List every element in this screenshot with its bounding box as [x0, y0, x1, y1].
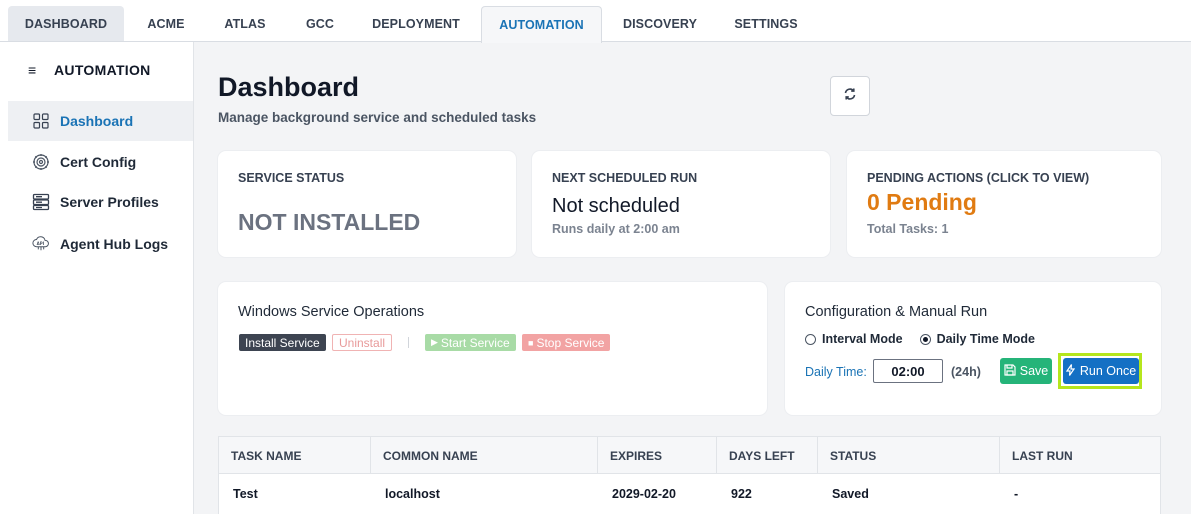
next-run-value: Not scheduled [552, 195, 680, 217]
column-header-expires[interactable]: EXPIRES [598, 437, 717, 474]
floppy-disk-icon [1004, 363, 1016, 379]
next-run-subtext: Runs daily at 2:00 am [552, 222, 680, 236]
cell-common-name: localhost [385, 487, 440, 501]
configuration-card: Configuration & Manual Run Interval Mode… [785, 282, 1161, 415]
cell-days-left: 922 [731, 487, 752, 501]
daily-time-mode-label[interactable]: Daily Time Mode [937, 332, 1035, 346]
stop-icon: ■ [528, 337, 534, 348]
refresh-icon [843, 87, 857, 106]
sidebar-item-agent-hub-logs[interactable]: API Agent Hub Logs [8, 224, 193, 264]
tab-gcc[interactable]: GCC [292, 6, 348, 42]
mode-selector: Interval Mode Daily Time Mode [805, 332, 1035, 346]
stop-service-button[interactable]: ■ Stop Service [522, 334, 611, 351]
service-status-card: SERVICE STATUS NOT INSTALLED [218, 151, 516, 257]
gear-cert-icon [32, 153, 50, 171]
run-once-label: Run Once [1079, 364, 1137, 378]
column-header-days-left[interactable]: DAYS LEFT [717, 437, 818, 474]
card-label: NEXT SCHEDULED RUN [552, 171, 698, 185]
svg-text:API: API [37, 241, 45, 246]
cell-expires: 2029-02-20 [612, 487, 676, 501]
sidebar-item-server-profiles[interactable]: Server Profiles [8, 182, 193, 222]
cell-task-name: Test [233, 487, 258, 501]
table-header: TASK NAME COMMON NAME EXPIRES DAYS LEFT … [219, 437, 1160, 474]
sidebar-item-label: Agent Hub Logs [60, 236, 169, 252]
cell-last-run: - [1014, 487, 1019, 501]
sidebar-item-label: Dashboard [60, 113, 134, 129]
next-run-card: NEXT SCHEDULED RUN Not scheduled Runs da… [532, 151, 830, 257]
sidebar-item-dashboard[interactable]: Dashboard [8, 101, 193, 141]
tab-settings[interactable]: SETTINGS [723, 6, 809, 42]
tasks-table: TASK NAME COMMON NAME EXPIRES DAYS LEFT … [218, 436, 1161, 514]
sidebar: ≡ AUTOMATION Dashboard Cert Config Serve… [8, 42, 194, 514]
page-title: Dashboard [218, 72, 360, 102]
service-status-value: NOT INSTALLED [238, 209, 421, 235]
save-label: Save [1019, 364, 1049, 378]
time-format-hint: (24h) [951, 365, 981, 379]
uninstall-button[interactable]: Uninstall [332, 334, 393, 351]
column-header-last-run[interactable]: LAST RUN [1000, 437, 1160, 474]
hamburger-menu-icon[interactable]: ≡ [28, 62, 38, 78]
page-subtitle: Manage background service and scheduled … [218, 110, 537, 125]
daily-time-label: Daily Time: [805, 365, 867, 379]
save-button[interactable]: Save [1000, 358, 1052, 384]
daily-time-input[interactable]: 02:00 [873, 359, 943, 383]
play-icon: ▶ [431, 337, 438, 347]
tab-automation[interactable]: AUTOMATION [481, 6, 602, 43]
divider [408, 337, 409, 348]
start-service-button[interactable]: ▶ Start Service [425, 334, 516, 351]
sidebar-item-label: Cert Config [60, 154, 137, 170]
cell-status: Saved [832, 487, 869, 501]
pending-actions-card[interactable]: PENDING ACTIONS (CLICK TO VIEW) 0 Pendin… [847, 151, 1161, 257]
card-label: SERVICE STATUS [238, 171, 345, 185]
interval-mode-label[interactable]: Interval Mode [822, 332, 903, 346]
api-logs-icon: API [32, 235, 50, 253]
section-title: Windows Service Operations [238, 304, 425, 320]
sidebar-title: AUTOMATION [54, 62, 151, 78]
service-operations-card: Windows Service Operations Install Servi… [218, 282, 767, 415]
grid-icon [32, 112, 50, 130]
tab-deployment[interactable]: DEPLOYMENT [363, 6, 469, 42]
refresh-button[interactable] [830, 76, 870, 116]
interval-mode-radio[interactable] [805, 333, 816, 345]
tab-dashboard[interactable]: DASHBOARD [8, 6, 124, 42]
sidebar-item-label: Server Profiles [60, 194, 159, 210]
sidebar-item-cert-config[interactable]: Cert Config [8, 142, 193, 182]
stop-service-label: Stop Service [536, 335, 605, 350]
tab-acme[interactable]: ACME [134, 6, 198, 42]
server-icon [32, 193, 50, 211]
column-header-common-name[interactable]: COMMON NAME [371, 437, 598, 474]
daily-time-mode-radio[interactable] [919, 333, 931, 345]
pending-count: 0 Pending [867, 189, 977, 215]
column-header-task-name[interactable]: TASK NAME [219, 437, 371, 474]
tab-discovery[interactable]: DISCOVERY [614, 6, 706, 42]
sidebar-header: ≡ AUTOMATION [28, 62, 151, 78]
top-tab-bar: DASHBOARD ACME ATLAS GCC DEPLOYMENT AUTO… [0, 0, 1191, 43]
tab-atlas[interactable]: ATLAS [213, 6, 277, 42]
column-header-status[interactable]: STATUS [818, 437, 1000, 474]
section-title: Configuration & Manual Run [805, 304, 988, 320]
start-service-label: Start Service [440, 335, 510, 350]
lightning-icon [1065, 363, 1076, 379]
install-service-button[interactable]: Install Service [239, 334, 326, 351]
card-label: PENDING ACTIONS (CLICK TO VIEW) [867, 171, 1090, 185]
run-once-button[interactable]: Run Once [1063, 358, 1139, 384]
total-tasks: Total Tasks: 1 [867, 222, 949, 236]
